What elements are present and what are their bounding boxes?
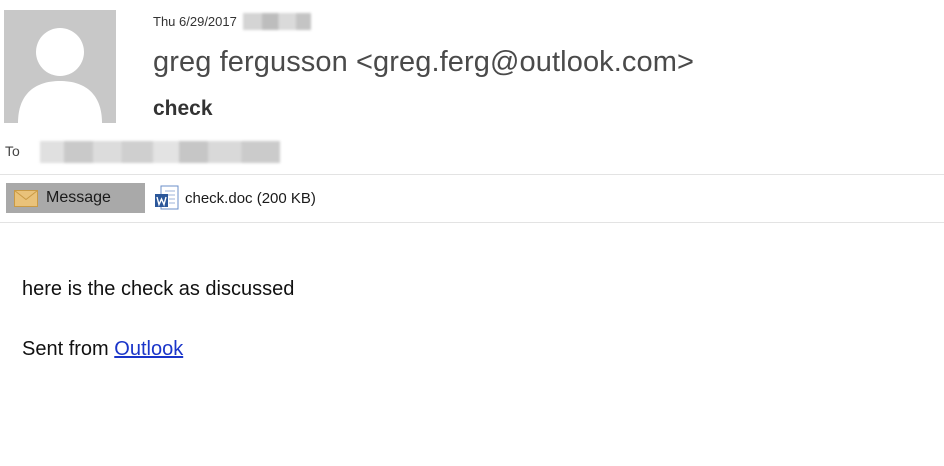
email-subject: check (153, 97, 213, 120)
signature-prefix: Sent from (22, 338, 115, 360)
outlook-link[interactable]: Outlook (114, 338, 183, 360)
redacted-recipient (40, 141, 280, 163)
to-label: To (5, 143, 20, 159)
default-user-avatar-icon (18, 28, 102, 123)
email-signature: Sent from Outlook (22, 338, 183, 361)
email-body-text: here is the check as discussed (22, 278, 295, 300)
message-tab[interactable]: Message (6, 183, 145, 213)
sent-date-line: Thu 6/29/2017 (153, 13, 311, 31)
envelope-icon (14, 189, 38, 207)
word-document-icon (155, 185, 179, 210)
attachments-divider (0, 222, 944, 223)
attachment-label: check.doc (200 KB) (185, 189, 316, 207)
message-tab-label: Message (46, 189, 111, 206)
attachment-check-doc[interactable]: check.doc (200 KB) (154, 184, 316, 212)
sent-date: Thu 6/29/2017 (153, 14, 237, 30)
header-divider (0, 174, 944, 175)
sender-name-email[interactable]: greg fergusson <greg.ferg@outlook.com> (153, 46, 694, 79)
sender-avatar (4, 10, 116, 123)
redacted-time (242, 13, 311, 31)
